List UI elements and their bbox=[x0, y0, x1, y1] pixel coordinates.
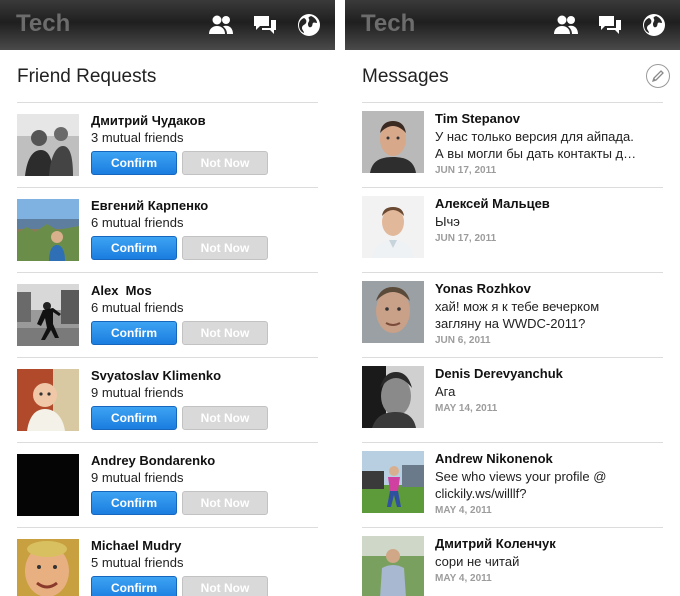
avatar bbox=[362, 196, 424, 258]
messages-icon[interactable] bbox=[597, 12, 623, 38]
avatar bbox=[17, 454, 79, 516]
message-date: JUN 17, 2011 bbox=[435, 233, 497, 244]
friends-icon[interactable] bbox=[208, 12, 234, 38]
friend-request-list: Дмитрий Чудаков 3 mutual friends Confirm… bbox=[17, 102, 318, 596]
top-bar: Tech bbox=[345, 0, 680, 50]
message-row[interactable]: Tim Stepanov У нас только версия для айп… bbox=[362, 102, 663, 187]
not-now-button[interactable]: Not Now bbox=[182, 236, 268, 260]
top-bar: Tech bbox=[0, 0, 335, 50]
app-name: Tech bbox=[16, 10, 71, 37]
not-now-button[interactable]: Not Now bbox=[182, 491, 268, 515]
confirm-button[interactable]: Confirm bbox=[91, 321, 177, 345]
confirm-button[interactable]: Confirm bbox=[91, 151, 177, 175]
message-preview: У нас только версия для айпада. А вы мог… bbox=[435, 129, 637, 161]
messages-sheet: Messages Tim Stepanov У нас только верси… bbox=[345, 52, 680, 596]
messages-icon[interactable] bbox=[252, 12, 278, 38]
friend-request-row: Alex Mos 6 mutual friends Confirm Not No… bbox=[17, 272, 318, 357]
avatar bbox=[362, 111, 424, 173]
message-row[interactable]: Алексей Мальцев Ычэ JUN 17, 2011 bbox=[362, 187, 663, 272]
friend-requests-sheet: Friend Requests Дмитрий Чудаков 3 mutual… bbox=[0, 52, 335, 596]
mutual-friends-count: 3 mutual friends bbox=[91, 130, 184, 145]
avatar bbox=[17, 199, 79, 261]
avatar bbox=[17, 539, 79, 596]
message-preview: Ага bbox=[435, 384, 456, 399]
messages-panel: Tech Messages Tim Stepanov У нас только … bbox=[345, 0, 680, 596]
mutual-friends-count: 9 mutual friends bbox=[91, 385, 184, 400]
friends-icon[interactable] bbox=[553, 12, 579, 38]
not-now-button[interactable]: Not Now bbox=[182, 151, 268, 175]
globe-icon[interactable] bbox=[641, 12, 667, 38]
friend-request-row: Svyatoslav Klimenko 9 mutual friends Con… bbox=[17, 357, 318, 442]
message-row[interactable]: Дмитрий Коленчук сори не читай MAY 4, 20… bbox=[362, 527, 663, 596]
panel-divider bbox=[335, 0, 345, 596]
friend-name[interactable]: Svyatoslav Klimenko bbox=[91, 368, 221, 383]
message-preview: сори не читай bbox=[435, 554, 520, 569]
avatar bbox=[362, 366, 424, 428]
friend-name[interactable]: Andrey Bondarenko bbox=[91, 453, 215, 468]
not-now-button[interactable]: Not Now bbox=[182, 321, 268, 345]
message-row[interactable]: Denis Derevyanchuk Ага MAY 14, 2011 bbox=[362, 357, 663, 442]
confirm-button[interactable]: Confirm bbox=[91, 491, 177, 515]
app-name: Tech bbox=[361, 10, 416, 37]
avatar bbox=[17, 369, 79, 431]
avatar bbox=[362, 281, 424, 343]
friend-name[interactable]: Michael Mudry bbox=[91, 538, 181, 553]
friend-request-row: Michael Mudry 5 mutual friends Confirm N… bbox=[17, 527, 318, 596]
avatar bbox=[362, 451, 424, 513]
avatar bbox=[17, 284, 79, 346]
mutual-friends-count: 6 mutual friends bbox=[91, 300, 184, 315]
not-now-button[interactable]: Not Now bbox=[182, 406, 268, 430]
globe-icon[interactable] bbox=[296, 12, 322, 38]
message-date: MAY 4, 2011 bbox=[435, 573, 492, 584]
mutual-friends-count: 5 mutual friends bbox=[91, 555, 184, 570]
friend-request-row: Дмитрий Чудаков 3 mutual friends Confirm… bbox=[17, 102, 318, 187]
message-preview: See who views your profile @ clickily.ws… bbox=[435, 469, 607, 501]
compose-button[interactable] bbox=[646, 64, 670, 88]
sender-name: Denis Derevyanchuk bbox=[435, 366, 563, 381]
message-date: MAY 14, 2011 bbox=[435, 403, 498, 414]
message-list: Tim Stepanov У нас только версия для айп… bbox=[362, 102, 663, 596]
message-preview: Ычэ bbox=[435, 214, 460, 229]
mutual-friends-count: 6 mutual friends bbox=[91, 215, 184, 230]
message-row[interactable]: Yonas Rozhkov хай! мож я к тебе вечерком… bbox=[362, 272, 663, 357]
avatar bbox=[362, 536, 424, 596]
sender-name: Алексей Мальцев bbox=[435, 196, 550, 211]
confirm-button[interactable]: Confirm bbox=[91, 236, 177, 260]
sender-name: Andrew Nikonenok bbox=[435, 451, 553, 466]
confirm-button[interactable]: Confirm bbox=[91, 406, 177, 430]
friend-name[interactable]: Евгений Карпенко bbox=[91, 198, 208, 213]
friend-request-row: Andrey Bondarenko 9 mutual friends Confi… bbox=[17, 442, 318, 527]
friend-name[interactable]: Alex Mos bbox=[91, 283, 152, 298]
friend-requests-panel: Tech Friend Requests Дмитрий Чудаков 3 m… bbox=[0, 0, 335, 596]
sender-name: Yonas Rozhkov bbox=[435, 281, 531, 296]
avatar bbox=[17, 114, 79, 176]
sender-name: Дмитрий Коленчук bbox=[435, 536, 556, 551]
page-title: Messages bbox=[362, 66, 449, 87]
friend-request-row: Евгений Карпенко 6 mutual friends Confir… bbox=[17, 187, 318, 272]
message-date: JUN 6, 2011 bbox=[435, 335, 491, 346]
message-row[interactable]: Andrew Nikonenok See who views your prof… bbox=[362, 442, 663, 527]
mutual-friends-count: 9 mutual friends bbox=[91, 470, 184, 485]
pencil-icon bbox=[651, 70, 664, 83]
message-date: JUN 17, 2011 bbox=[435, 165, 497, 176]
message-date: MAY 4, 2011 bbox=[435, 505, 492, 516]
not-now-button[interactable]: Not Now bbox=[182, 576, 268, 596]
sender-name: Tim Stepanov bbox=[435, 111, 521, 126]
message-preview: хай! мож я к тебе вечерком загляну на WW… bbox=[435, 299, 600, 331]
confirm-button[interactable]: Confirm bbox=[91, 576, 177, 596]
friend-name[interactable]: Дмитрий Чудаков bbox=[91, 113, 206, 128]
page-title: Friend Requests bbox=[17, 66, 157, 87]
